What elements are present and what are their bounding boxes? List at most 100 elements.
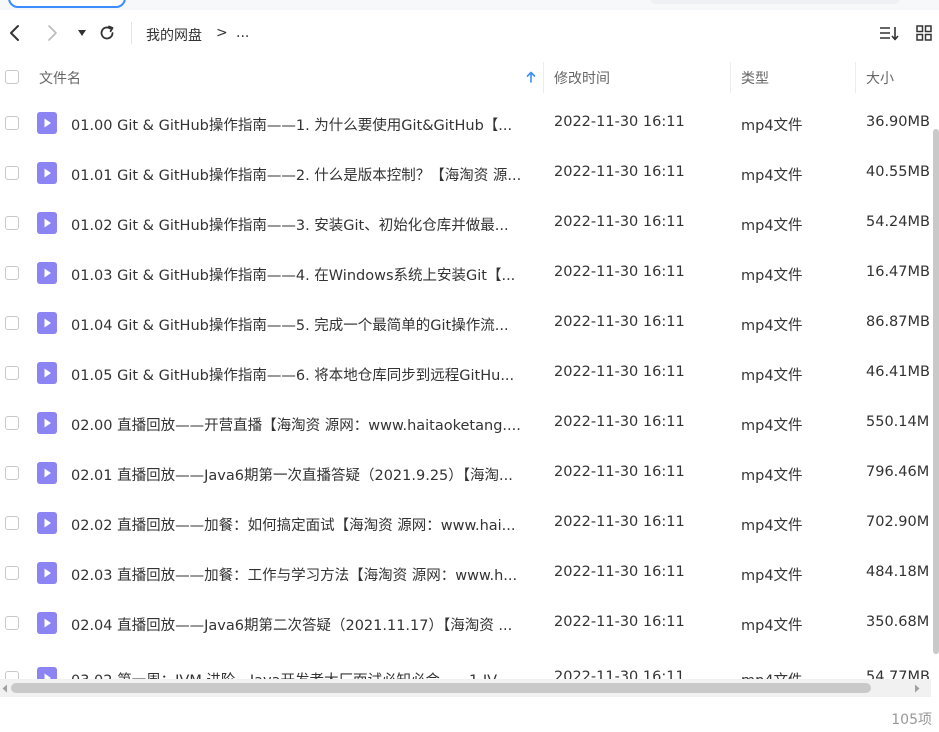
file-name[interactable]: 01.05 Git & GitHub操作指南——6. 将本地仓库同步到远程Git… [71, 364, 535, 385]
table-row[interactable]: 01.00 Git & GitHub操作指南——1. 为什么要使用Git&Git… [0, 99, 931, 149]
file-name[interactable]: 02.02 直播回放——加餐：如何搞定面试【海淘资 源网：www.hai... [71, 514, 535, 535]
file-name[interactable]: 02.00 直播回放——开营直播【海淘资 源网：www.haitaoketang… [71, 414, 535, 435]
row-checkbox[interactable] [5, 266, 19, 280]
file-type: mp4文件 [741, 518, 803, 534]
history-dropdown-button[interactable] [70, 21, 94, 45]
row-checkbox[interactable] [5, 466, 19, 480]
file-name[interactable]: 01.03 Git & GitHub操作指南——4. 在Windows系统上安装… [71, 264, 535, 285]
column-divider[interactable] [543, 62, 544, 93]
row-checkbox[interactable] [5, 216, 19, 230]
table-row[interactable]: 02.03 直播回放——加餐：工作与学习方法【海淘资 源网：www.h... 2… [0, 549, 931, 599]
file-modified: 2022-11-30 16:11 [554, 614, 685, 630]
table-row[interactable]: 01.05 Git & GitHub操作指南——6. 将本地仓库同步到远程Git… [0, 349, 931, 399]
row-checkbox[interactable] [5, 566, 19, 580]
toolbar-divider [131, 22, 132, 44]
column-header: 文件名 修改时间 类型 大小 [0, 58, 939, 97]
row-checkbox[interactable] [5, 366, 19, 380]
breadcrumb-root[interactable]: 我的网盘 [146, 25, 202, 45]
file-modified: 2022-11-30 16:11 [554, 464, 685, 480]
chevron-left-icon [10, 25, 19, 41]
file-size: 796.46M [866, 464, 930, 480]
column-type-header[interactable]: 类型 [741, 58, 769, 97]
file-name[interactable]: 02.01 直播回放——Java6期第一次直播答疑（2021.9.25）【海淘.… [71, 464, 535, 485]
active-tab-pill[interactable] [8, 0, 126, 8]
select-all-checkbox[interactable] [5, 70, 19, 84]
row-checkbox[interactable] [5, 671, 19, 679]
table-row[interactable]: 02.04 直播回放——Java6期第二次答疑（2021.11.17）【海淘资 … [0, 599, 931, 649]
table-row[interactable]: 02.01 直播回放——Java6期第一次直播答疑（2021.9.25）【海淘.… [0, 449, 931, 499]
vertical-scrollbar-thumb[interactable] [933, 129, 939, 654]
file-type: mp4文件 [741, 168, 803, 184]
file-name[interactable]: 01.04 Git & GitHub操作指南——5. 完成一个最简单的Git操作… [71, 314, 535, 335]
column-name-label: 文件名 [39, 70, 81, 87]
file-modified: 2022-11-30 16:11 [554, 114, 685, 130]
video-file-icon [37, 512, 57, 534]
column-modified-header[interactable]: 修改时间 [554, 58, 610, 97]
scroll-right-button[interactable] [913, 682, 921, 694]
video-file-icon [37, 212, 57, 234]
file-name[interactable]: 01.01 Git & GitHub操作指南——2. 什么是版本控制？【海淘资 … [71, 164, 535, 185]
table-row[interactable]: 02.02 直播回放——加餐：如何搞定面试【海淘资 源网：www.hai... … [0, 499, 931, 549]
file-type: mp4文件 [741, 268, 803, 284]
chevron-right-icon [48, 25, 57, 41]
table-row[interactable]: 01.04 Git & GitHub操作指南——5. 完成一个最简单的Git操作… [0, 299, 931, 349]
row-checkbox[interactable] [5, 166, 19, 180]
file-type: mp4文件 [741, 218, 803, 234]
file-name[interactable]: 01.02 Git & GitHub操作指南——3. 安装Git、初始化仓库并做… [71, 214, 535, 235]
column-modified-label: 修改时间 [554, 70, 610, 87]
file-modified: 2022-11-30 16:11 [554, 669, 685, 679]
video-file-icon [37, 667, 57, 679]
column-name-header[interactable]: 文件名 [39, 58, 539, 97]
file-type: mp4文件 [741, 418, 803, 434]
file-modified: 2022-11-30 16:11 [554, 264, 685, 280]
table-row[interactable]: 02.00 直播回放——开营直播【海淘资 源网：www.haitaoketang… [0, 399, 931, 449]
file-modified: 2022-11-30 16:11 [554, 414, 685, 430]
breadcrumb-ellipsis[interactable]: ... [236, 25, 249, 41]
refresh-icon [100, 25, 114, 40]
sort-list-icon [880, 27, 899, 41]
vertical-scrollbar[interactable] [931, 99, 939, 679]
file-name[interactable]: 02.03 直播回放——加餐：工作与学习方法【海淘资 源网：www.h... [71, 564, 535, 585]
back-button[interactable] [3, 21, 27, 45]
table-row[interactable]: 03.02 第一周：JVM 进阶 - Java开发者大厂面试必知必会——1.JV… [0, 654, 931, 679]
grid-view-button[interactable] [912, 21, 936, 45]
file-type: mp4文件 [741, 118, 803, 134]
file-modified: 2022-11-30 16:11 [554, 214, 685, 230]
sort-button[interactable] [877, 21, 901, 45]
video-file-icon [37, 162, 57, 184]
top-strip [0, 0, 939, 10]
column-size-header[interactable]: 大小 [866, 58, 894, 97]
video-file-icon [37, 462, 57, 484]
forward-button[interactable] [40, 21, 64, 45]
file-type: mp4文件 [741, 568, 803, 584]
horizontal-scrollbar-thumb[interactable] [11, 683, 871, 693]
row-checkbox[interactable] [5, 516, 19, 530]
file-size: 54.77MB [866, 669, 930, 679]
table-row[interactable]: 01.03 Git & GitHub操作指南——4. 在Windows系统上安装… [0, 249, 931, 299]
column-type-label: 类型 [741, 70, 769, 87]
file-type: mp4文件 [741, 669, 803, 679]
video-file-icon [37, 112, 57, 134]
row-checkbox[interactable] [5, 416, 19, 430]
scroll-left-button[interactable] [1, 682, 9, 694]
column-divider[interactable] [730, 62, 731, 93]
file-name[interactable]: 02.04 直播回放——Java6期第二次答疑（2021.11.17）【海淘资 … [71, 614, 535, 635]
row-checkbox[interactable] [5, 116, 19, 130]
file-size: 40.55MB [866, 164, 930, 180]
search-bar[interactable] [650, 0, 900, 4]
file-type: mp4文件 [741, 368, 803, 384]
row-checkbox[interactable] [5, 316, 19, 330]
toolbar: 我的网盘 > ... [0, 12, 939, 58]
table-row[interactable]: 01.02 Git & GitHub操作指南——3. 安装Git、初始化仓库并做… [0, 199, 931, 249]
file-size: 350.68M [866, 614, 930, 630]
refresh-button[interactable] [95, 21, 119, 45]
file-name[interactable]: 01.00 Git & GitHub操作指南——1. 为什么要使用Git&Git… [71, 114, 535, 135]
file-size: 54.24MB [866, 214, 930, 230]
column-divider[interactable] [855, 62, 856, 93]
video-file-icon [37, 362, 57, 384]
table-row[interactable]: 01.01 Git & GitHub操作指南——2. 什么是版本控制？【海淘资 … [0, 149, 931, 199]
file-modified: 2022-11-30 16:11 [554, 364, 685, 380]
file-name[interactable]: 03.02 第一周：JVM 进阶 - Java开发者大厂面试必知必会——1.JV… [71, 669, 535, 679]
row-checkbox[interactable] [5, 616, 19, 630]
horizontal-scrollbar[interactable] [0, 679, 931, 697]
